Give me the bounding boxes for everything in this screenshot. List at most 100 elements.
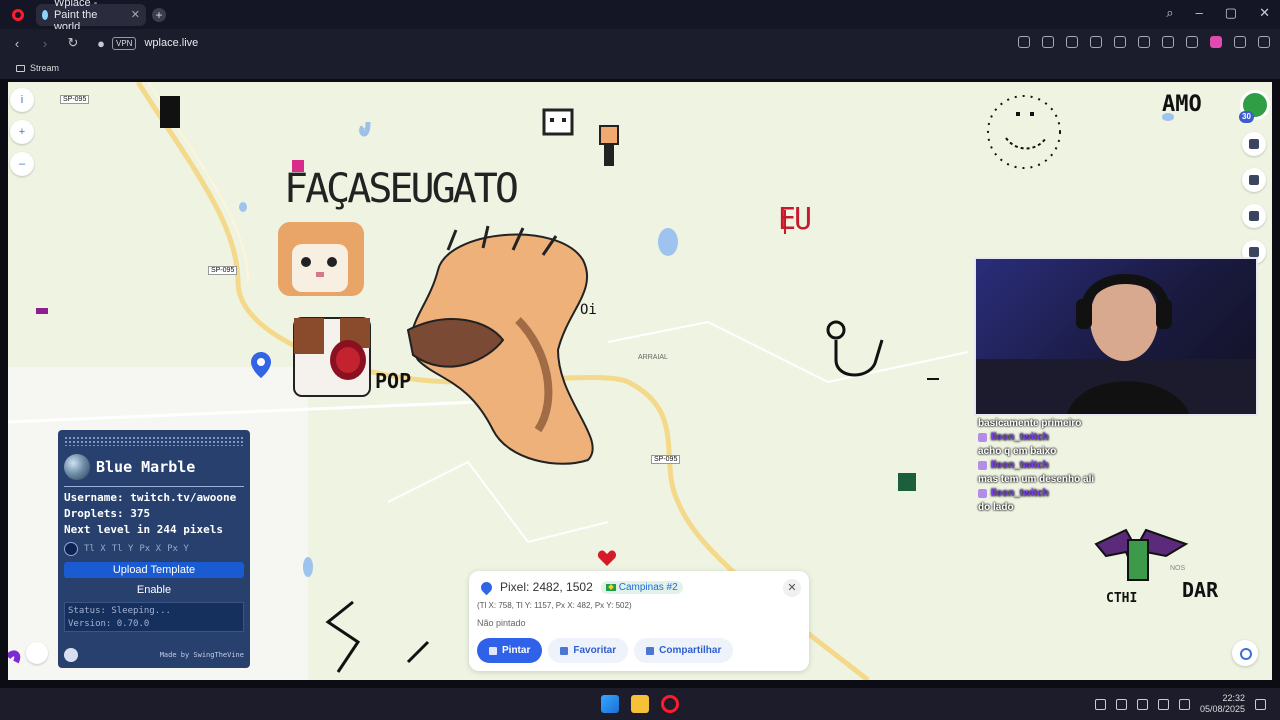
taskbar-apps [601,695,679,713]
cube-icon[interactable] [1258,36,1270,48]
camera-icon[interactable] [1042,36,1054,48]
paint-button[interactable]: Pintar [477,638,543,663]
pixel-art-pop: POP [375,369,412,393]
back-icon[interactable]: ‹ [6,36,28,51]
search-tabs-icon[interactable]: ⌕ [1166,5,1173,21]
streamer-webcam [974,257,1258,416]
map-right-controls [1242,132,1266,264]
chat-message: acho q em baixo [978,446,1057,457]
brush-icon [489,646,497,655]
region-badge[interactable]: Campinas #2 [600,580,683,594]
paint-status-text: Não pintado [477,618,526,628]
status-text: Status: Sleeping... [68,606,171,616]
share-button[interactable]: Compartilhar [634,638,734,663]
coords-inputs: Tl X Tl Y Px X Px Y [64,542,244,556]
pixel-art-oi: Oi [580,302,597,318]
opera-taskbar-icon[interactable] [661,695,679,713]
windows-start-icon[interactable] [601,695,619,713]
pixel-y-input[interactable]: Px Y [167,544,189,554]
road-label: SP-095 [651,455,681,464]
zoom-out-button[interactable]: – [10,152,34,176]
settings-icon[interactable] [64,648,78,662]
globe-icon [64,454,90,480]
card-actions: Pintar Favoritar Compartilhar [477,638,734,663]
pixel-x-input[interactable]: Px X [139,544,161,554]
share-icon[interactable] [1018,36,1030,48]
clock[interactable]: 22:32 05/08/2025 [1200,693,1245,715]
profile-icon[interactable] [1210,36,1222,48]
maximize-icon[interactable]: ▢ [1225,5,1237,21]
minimize-icon[interactable]: – [1196,5,1203,21]
tile-y-input[interactable]: Tl Y [112,544,134,554]
volume-icon[interactable] [1157,698,1169,710]
chevron-up-icon[interactable] [1094,698,1106,710]
chat-message: do lado [978,502,1014,513]
sidebar-icon[interactable] [1234,36,1246,48]
vpn-badge[interactable]: VPN [112,36,137,50]
pixel-art-amo: AMO [1162,92,1202,117]
pixel-art-dar: DAR [1182,578,1219,602]
heart-icon[interactable] [1138,36,1150,48]
place-label: ARRAIAL [638,354,668,361]
version-text: Version: 0.70.0 [68,619,150,629]
location-icon[interactable]: ● [90,36,112,51]
chat-username: lleon_twitch [978,432,1178,443]
file-explorer-icon[interactable] [631,695,649,713]
drag-handle[interactable] [64,436,244,446]
battery-icon[interactable] [1178,698,1190,710]
stream-chat: basicamente primeiro lleon_twitch acho q… [978,418,1178,516]
wplace-favicon-icon [42,9,48,20]
play-icon[interactable] [1114,36,1126,48]
reload-icon[interactable]: ↻ [62,35,84,51]
store-icon[interactable] [1242,132,1266,156]
bookmarks-bar: Stream [0,57,1280,79]
bookmark-stream[interactable]: Stream [30,63,59,73]
chat-username: lleon_twitch [978,488,1178,499]
url-text[interactable]: wplace.live [144,37,198,49]
favorite-button[interactable]: Favoritar [548,638,629,663]
road-label: SP-095 [60,95,90,104]
pin-coords-button[interactable] [64,542,78,556]
upload-template-button[interactable]: Upload Template [64,562,244,578]
extensions-icon[interactable] [1090,36,1102,48]
notification-icon[interactable] [1255,698,1266,710]
forward-icon[interactable]: › [34,36,56,51]
window-controls: ⌕ – ▢ ✕ [1166,5,1270,21]
new-tab-button[interactable]: + [152,7,166,22]
close-card-button[interactable]: ✕ [783,579,801,597]
pixel-cat-small [542,108,574,136]
tab-wplace[interactable]: Wplace - Paint the world ✕ [36,0,146,33]
user-level-avatar[interactable]: 30 [1239,90,1270,123]
adblock-icon[interactable] [1066,36,1078,48]
droplets-text: Droplets: 375 [64,507,151,520]
map-left-controls: i + – [10,88,34,176]
map-tool-button[interactable] [26,642,48,664]
enable-button[interactable]: Enable [64,582,244,598]
download-icon[interactable] [1162,36,1174,48]
level-count: 30 [1239,111,1254,123]
folder-icon [16,64,25,72]
close-window-icon[interactable]: ✕ [1259,5,1270,21]
opera-logo-icon[interactable] [12,8,24,21]
close-tab-icon[interactable]: ✕ [131,8,140,21]
info-button[interactable]: i [10,88,34,112]
sub-badge-icon [978,433,987,442]
pixel-cat-face [278,222,364,296]
network-icon[interactable] [1136,698,1148,710]
system-tray: 22:32 05/08/2025 [1094,693,1266,715]
pixel-info-card: Pixel: 2482, 1502 Campinas #2 ✕ (Tl X: 7… [469,571,809,671]
my-location-button[interactable] [1232,640,1258,666]
menu-icon[interactable] [1186,36,1198,48]
webcam-person-image [976,274,1256,414]
pixel-title: Pixel: 2482, 1502 [500,580,593,594]
alliance-icon[interactable] [1242,168,1266,192]
clock-time: 22:32 [1222,693,1245,703]
zoom-in-button[interactable]: + [10,120,34,144]
mic-icon[interactable] [1115,698,1127,710]
pixel-l-block [160,96,180,128]
tile-x-input[interactable]: Tl X [84,544,106,554]
search-map-icon[interactable] [1242,204,1266,228]
star-icon [560,646,569,655]
address-bar: ‹ › ↻ ● VPN wplace.live [0,29,1280,57]
chat-message: basicamente primeiro [978,418,1082,429]
